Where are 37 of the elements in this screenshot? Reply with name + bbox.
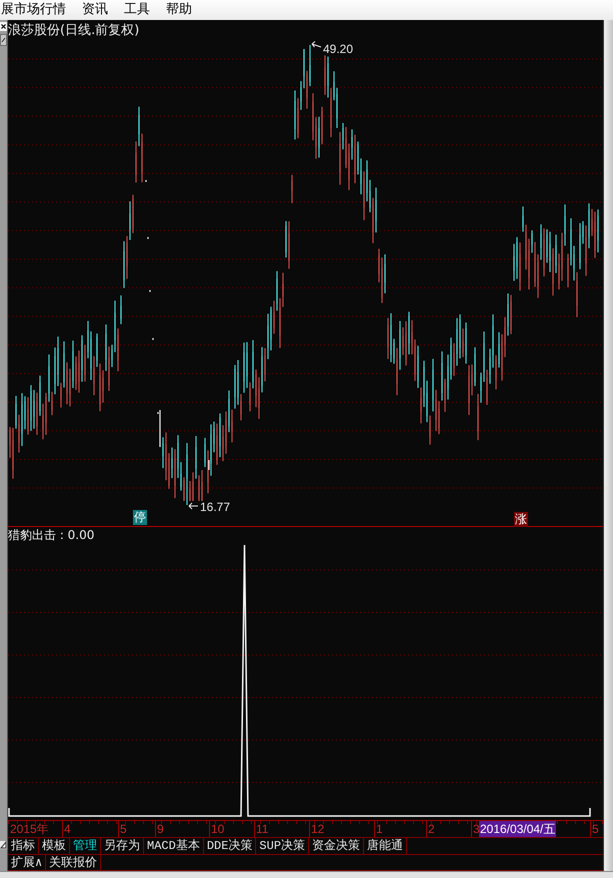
tab[interactable]: DDE决策	[204, 838, 256, 854]
pointer-arrow	[188, 502, 198, 510]
tab[interactable]: 资金决策	[309, 838, 364, 854]
date-axis-label: 5	[118, 821, 127, 837]
tab[interactable]: 管理	[70, 838, 101, 854]
date-axis-label: 4	[62, 821, 71, 837]
date-axis-label: 12	[309, 821, 324, 837]
high-price-label: 49.20	[323, 42, 354, 56]
tab[interactable]: SUP决策	[256, 838, 310, 854]
signal-badge: 停	[133, 510, 147, 525]
tab[interactable]: 关联报价	[46, 855, 102, 870]
menu-item[interactable]: 帮助	[158, 1, 200, 19]
tab[interactable]: 模板	[39, 838, 70, 854]
pointer-arrow	[312, 41, 322, 48]
date-axis-label: 10	[209, 821, 224, 837]
chart-title: 浪莎股份(日线.前复权)	[8, 23, 140, 39]
tab[interactable]: 唐能通	[364, 838, 408, 854]
date-axis-label: 2	[426, 821, 435, 837]
date-axis-label: 2015年	[9, 821, 49, 837]
indicator-label: 猎豹出击 : 0.00	[8, 528, 94, 543]
cursor-date: 2016/03/04/五	[479, 821, 556, 837]
tab[interactable]: 扩展∧	[8, 855, 46, 870]
menu-item[interactable]: 展市场行情	[0, 1, 74, 19]
panel-button-icon[interactable]	[0, 34, 7, 46]
close-icon[interactable]	[0, 22, 7, 31]
date-axis-label: 11	[254, 821, 268, 837]
date-axis-label: 5	[590, 821, 599, 837]
signal-badge: 涨	[514, 512, 528, 527]
date-axis-label: 1	[374, 821, 383, 837]
menu-item[interactable]: 资讯	[74, 1, 116, 19]
menu-item[interactable]: 工具	[116, 1, 158, 19]
low-price-label: 16.77	[200, 500, 230, 514]
tab[interactable]: 指标	[8, 838, 39, 854]
tab[interactable]: 另存为	[101, 838, 144, 854]
resize-grip-icon[interactable]	[0, 841, 7, 849]
tab[interactable]: MACD基本	[144, 838, 204, 854]
date-axis-label: 9	[155, 821, 164, 837]
